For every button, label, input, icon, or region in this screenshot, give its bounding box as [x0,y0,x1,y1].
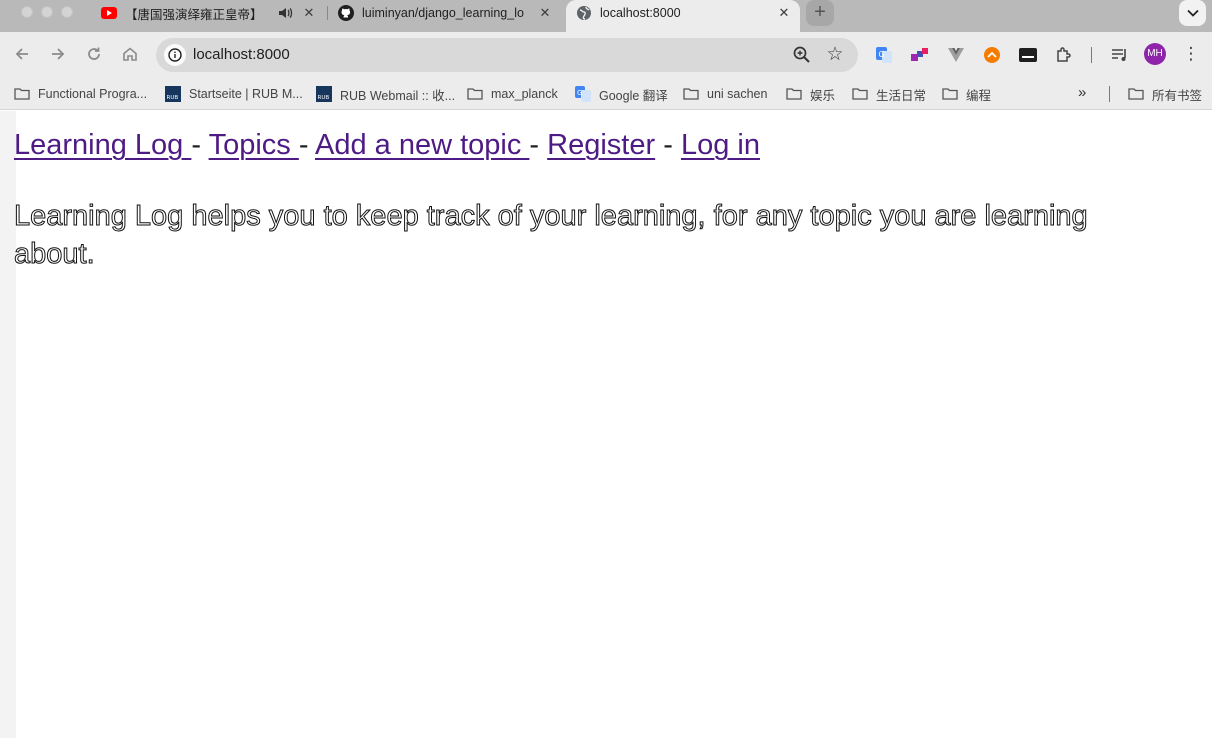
home-icon [123,47,137,61]
close-tab-icon[interactable]: ✕ [537,5,553,21]
folder-icon [466,87,483,101]
zoom-icon[interactable] [792,45,812,65]
bookmark-item[interactable]: RUB Startseite | RUB M... [164,84,303,104]
bookmark-item[interactable]: G Google 翻译 [574,84,668,104]
bookmark-star-icon[interactable]: ☆ [824,44,846,66]
reload-icon [88,47,100,60]
double-chevron-right-icon[interactable]: » [1078,84,1086,101]
bookmark-item[interactable]: uni sachen [682,84,767,104]
orange-extension-icon[interactable] [982,45,1002,65]
folder-icon [785,87,802,101]
rub-logo-icon: RUB [315,86,332,102]
tab-search-button[interactable] [1179,0,1206,26]
bookmark-item[interactable]: 生活日常 [851,84,926,104]
svg-text:G: G [577,89,582,97]
reading-list-icon[interactable] [1110,45,1130,65]
folder-icon [682,87,699,101]
vue-devtools-icon[interactable] [946,45,966,65]
github-icon [338,5,354,21]
all-bookmarks-button[interactable]: 所有书签 [1127,84,1202,104]
speaker-icon[interactable] [277,5,293,21]
forward-button[interactable] [46,42,70,66]
bookmark-label: RUB Webmail :: 收... [340,88,456,103]
reload-button[interactable] [82,42,106,66]
bookmarks-bar: Functional Progra... RUB Startseite | RU… [0,78,1212,110]
nav-separator: - [191,129,202,161]
extensions-puzzle-icon[interactable] [1054,45,1074,65]
tab-youtube[interactable]: 【唐国强演绎雍正皇帝】 [101,0,277,26]
folder-icon [1127,87,1144,101]
bookmark-item[interactable]: RUB RUB Webmail :: 收... [315,84,455,104]
nav-link-home[interactable]: Learning Log [14,129,191,161]
all-bookmarks-label: 所有书签 [1152,88,1203,103]
window-close-button[interactable] [21,6,33,18]
tab-github[interactable]: luiminyan/django_learning_lo [338,0,530,26]
intro-text: Learning Log helps you to keep track of … [14,200,1089,271]
tab-localhost[interactable]: localhost:8000 [576,0,766,26]
nav-link-topics[interactable]: Topics [209,129,299,161]
tab-title: localhost:8000 [600,6,681,20]
home-button[interactable] [118,42,142,66]
web-page: Learning Log - Topics - Add a new topic … [0,111,1212,738]
tab-title: luiminyan/django_learning_lo [362,6,524,20]
rub-logo-icon: RUB [164,86,181,102]
close-tab-icon[interactable]: ✕ [776,5,792,21]
tab-strip: 【唐国强演绎雍正皇帝】 ✕ luiminyan/django_learning_… [0,0,1212,32]
nav-separator: - [663,129,673,161]
back-button[interactable] [10,42,34,66]
nav-link-register[interactable]: Register [547,129,655,161]
svg-text:RUB: RUB [166,95,178,101]
bookmarks-divider [1109,86,1110,102]
url-text[interactable]: localhost:8000 [193,46,290,63]
nav-separator: - [529,129,540,161]
folder-icon [13,87,30,101]
svg-text:G: G [879,50,885,59]
google-translate-extension-icon[interactable]: G [874,45,894,65]
more-menu-icon[interactable]: ⋮ [1182,44,1200,64]
youtube-icon [101,5,117,21]
tab-divider [327,6,328,20]
window-minimize-button[interactable] [41,6,53,18]
folder-icon [851,87,868,101]
bookmark-item[interactable]: Functional Progra... [13,84,147,104]
bookmark-label: Google 翻译 [599,88,668,103]
address-bar[interactable]: localhost:8000 ☆ [156,38,858,72]
svg-text:RUB: RUB [317,95,329,101]
bookmark-label: 娱乐 [810,88,836,103]
chevron-down-icon [1186,9,1199,17]
dark-extension-icon[interactable] [1018,45,1038,65]
arrow-right-icon [52,48,65,60]
nav-link-new-topic[interactable]: Add a new topic [315,129,529,161]
nav-link-login[interactable]: Log in [681,129,760,161]
bookmark-label: Startseite | RUB M... [189,87,303,101]
browser-toolbar: localhost:8000 ☆ G MH ⋮ [0,32,1212,78]
site-info-icon[interactable] [164,44,186,66]
bookmark-label: uni sachen [707,87,768,101]
site-nav: Learning Log - Topics - Add a new topic … [14,129,760,162]
arrow-left-icon [15,48,28,60]
bookmark-label: 生活日常 [876,88,927,103]
tab-title: 【唐国强演绎雍正皇帝】 [125,7,263,22]
nav-separator: - [298,129,309,161]
window-zoom-button[interactable] [61,6,73,18]
bookmark-label: max_planck [491,87,558,101]
puzzle-color-extension-icon[interactable] [910,45,930,65]
bookmark-label: Functional Progra... [38,87,148,101]
globe-icon [576,5,592,21]
bookmark-item[interactable]: max_planck [466,84,558,104]
bookmark-item[interactable]: 编程 [941,84,991,104]
bookmark-label: 编程 [966,88,992,103]
bookmark-item[interactable]: 娱乐 [785,84,835,104]
google-translate-icon: G [574,86,591,102]
new-tab-button[interactable]: + [806,0,834,26]
profile-avatar[interactable]: MH [1144,43,1166,65]
folder-icon [941,87,958,101]
close-tab-icon[interactable]: ✕ [301,5,317,21]
toolbar-divider [1091,47,1092,63]
